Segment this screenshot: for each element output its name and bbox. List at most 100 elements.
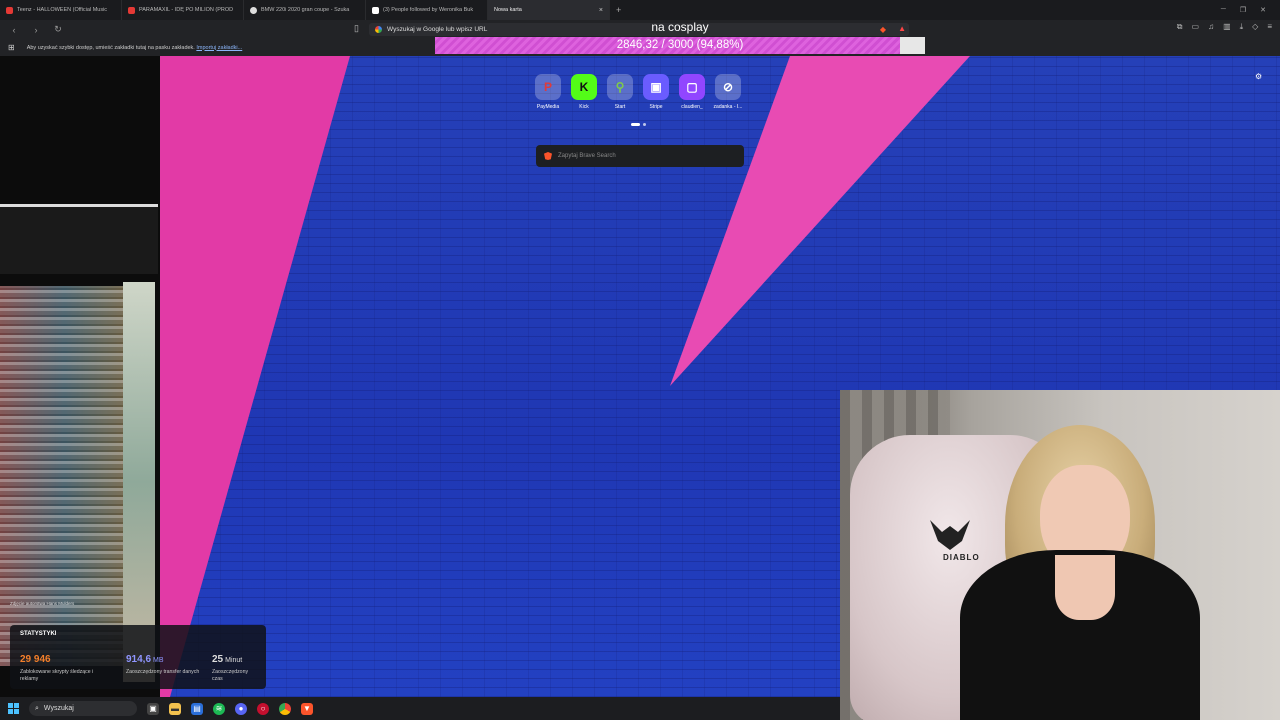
wallpaper-pink-stripe [150,56,350,697]
menu-icon[interactable]: ≡ [1267,22,1272,32]
top-site-start[interactable]: ⚲ Start [606,74,634,110]
stat-value: 914,6 [126,654,152,665]
wallpaper-graffiti [0,286,128,666]
vpn-icon[interactable]: ◇ [1252,22,1258,32]
gear-icon[interactable]: ⚙ [1255,72,1262,81]
top-site-label: Kick [579,104,589,110]
photo-credit[interactable]: Zdjęcie autorstwa Hans Mulders [10,601,74,606]
stream-goal-text: 2846,32 / 3000 (94,88%) [616,39,744,51]
extensions-icon[interactable]: ⧉ [1177,22,1183,32]
x-icon [372,6,379,14]
windows-start-icon[interactable] [8,703,19,714]
back-icon[interactable]: ‹ [8,25,20,35]
top-site-label: Stripe [649,104,663,110]
bookmarks-hint: Aby uzyskać szybki dostęp, umieść zakład… [26,44,195,51]
stat-time: 25 Minut Zaoszczędzony czas [212,649,260,683]
top-site-label: PayMedia [536,104,560,110]
wallpaper-sign [0,204,158,274]
reload-icon[interactable]: ↻ [52,24,64,35]
maximize-icon[interactable]: ❐ [1240,6,1246,14]
task-view-icon[interactable]: ▣ [147,702,159,715]
kick-icon: K [571,74,597,100]
download-icon[interactable]: ⤓ [1240,22,1244,32]
stat-desc: Zaoszczędzony transfer danych [126,669,200,675]
tab-0[interactable]: Teenz - HALLOWEEN (Official Music [0,0,122,20]
stream-goal-bar: 2846,32 / 3000 (94,88%) [435,37,925,54]
brave-lion-icon [544,152,552,160]
stripe-icon: ▣ [643,74,669,100]
tab-label: PARAMAXIL - IDĘ PO MILION (PROD [139,7,234,13]
google-icon [250,6,257,14]
tab-strip: Teenz - HALLOWEEN (Official Music PARAMA… [0,0,1280,20]
diablo-logo-icon [930,520,970,550]
top-site-zadanka[interactable]: ⊘ zadanka - I... [714,74,742,110]
stats-title: STATYSTYKI [20,631,57,637]
sidebar-icon[interactable]: ▥ [1223,22,1231,32]
search-placeholder: Zapytaj Brave Search [558,153,616,159]
brave-rewards-icon[interactable]: ▲ [898,24,906,33]
top-site-stripe[interactable]: ▣ Stripe [642,74,670,110]
stat-bandwidth: 914,6 MB Zaoszczędzony transfer danych [126,649,206,676]
discord-icon[interactable]: ● [235,702,247,715]
stat-value: 29 946 [20,654,51,665]
stat-blocked: 29 946 Zablokowane skrypty śledzące i re… [20,649,100,683]
new-tab-button[interactable]: + [610,5,627,15]
top-sites: P PayMedia K Kick ⚲ Start ▣ Stripe ▢ claudien… [534,74,742,110]
minimize-icon[interactable]: ─ [1221,6,1226,14]
search-icon: ⌕ [35,704,39,712]
stream-goal-title: na cosplay [651,20,709,34]
media-icon[interactable]: ♫ [1208,22,1214,32]
google-icon [375,26,382,33]
stat-value: 25 [212,654,224,665]
wallpaper-pillar [123,282,155,682]
webcam-feed: DIABLO [840,390,1280,720]
taskbar-search-label: Wyszukaj [43,705,74,712]
tab-3[interactable]: (3) People followed by Weronika Buk [366,0,488,20]
spotify-icon[interactable]: ≋ [213,702,225,715]
toolbar-right: ◆ ▲ ⧉ ▭ ♫ ▥ ⤓ ◇ ≡ [880,22,1272,34]
tab-label: Nowa karta [494,7,522,13]
tab-label: Teenz - HALLOWEEN (Official Music [17,7,108,13]
stat-desc: Zablokowane skrypty śledzące i reklamy [20,669,94,682]
tab-2[interactable]: BMW 220i 2020 gran coupe - Szuka [244,0,366,20]
top-sites-pager[interactable] [631,123,646,126]
window-controls: ─ ❐ ✕ [1221,6,1280,14]
import-bookmarks-link[interactable]: Importuj zakładki... [196,45,242,51]
close-tab-icon[interactable]: × [599,7,603,14]
brave-search-box[interactable]: Zapytaj Brave Search [536,145,744,167]
tab-1[interactable]: PARAMAXIL - IDĘ PO MILION (PROD [122,0,244,20]
top-site-label: zadanka - I... [713,104,743,110]
close-window-icon[interactable]: ✕ [1260,6,1266,14]
brave-icon[interactable]: ▼ [301,702,313,715]
url-placeholder: Wyszukaj w Google lub wpisz URL [387,26,488,33]
chair-brand: DIABLO [943,553,980,562]
tab-label: (3) People followed by Weronika Buk [383,7,474,13]
apps-icon[interactable]: ⊞ [8,43,15,52]
stat-unit: MB [153,657,164,664]
taskbar: ⌕ Wyszukaj ▣ ▬ ▤ ≋ ● ○ ▼ [0,697,840,720]
file-explorer-icon[interactable]: ▬ [169,702,181,715]
wallet-icon[interactable]: ▭ [1192,22,1200,32]
forward-icon[interactable]: › [30,25,42,35]
youtube-icon [6,6,13,14]
top-site-kick[interactable]: K Kick [570,74,598,110]
stat-unit: Minut [225,657,243,664]
chrome-icon[interactable] [279,702,291,715]
bookmark-icon[interactable]: ▯ [354,23,359,34]
taskbar-search[interactable]: ⌕ Wyszukaj [29,701,137,716]
paymedia-icon: P [535,74,561,100]
tab-4-active[interactable]: Nowa karta × [488,0,610,20]
top-site-label: claudien_ [681,104,703,110]
zadanka-icon: ⊘ [715,74,741,100]
tab-label: BMW 220i 2020 gran coupe - Szuka [261,7,350,13]
opera-icon[interactable]: ○ [257,702,269,715]
top-site-claudien[interactable]: ▢ claudien_ [678,74,706,110]
webcam-person-neck [1055,555,1115,620]
brave-shields-icon[interactable]: ◆ [880,25,886,34]
twitch-icon: ▢ [679,74,705,100]
top-site-paymedia[interactable]: P PayMedia [534,74,562,110]
top-site-label: Start [614,104,626,110]
youtube-icon [128,6,135,14]
store-icon[interactable]: ▤ [191,702,203,715]
start-icon: ⚲ [607,74,633,100]
